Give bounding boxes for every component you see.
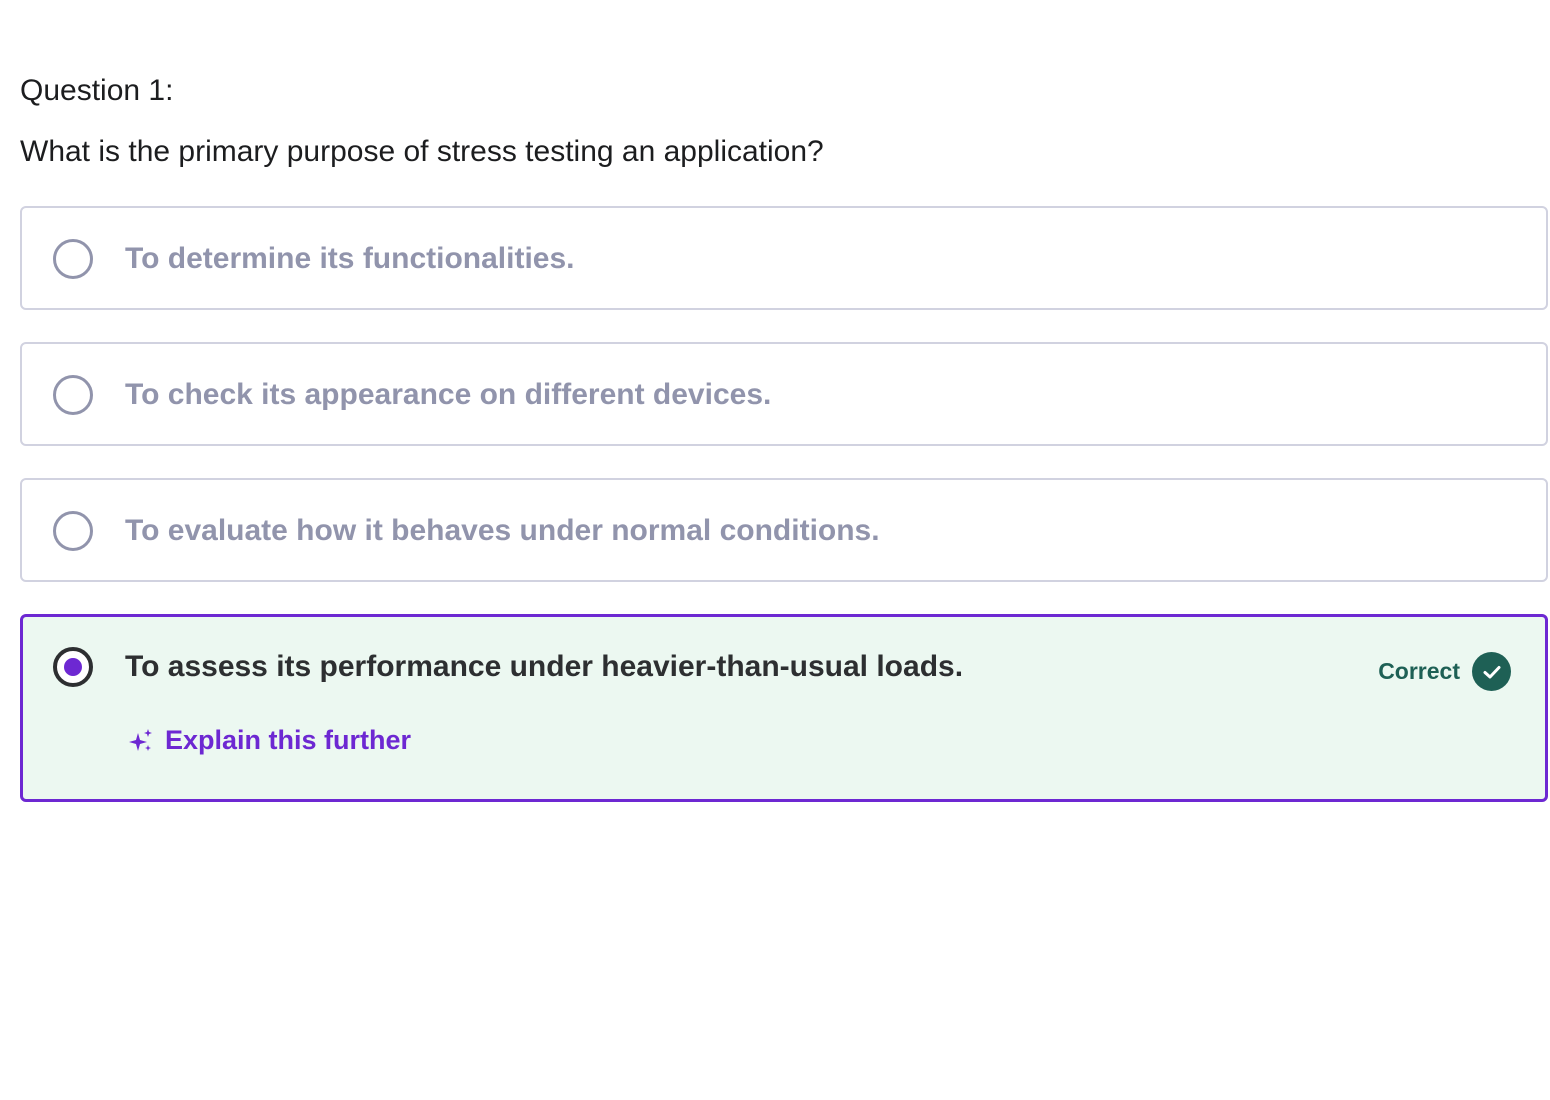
sparkle-icon (129, 728, 153, 753)
answer-option-text: To check its appearance on different dev… (125, 378, 772, 411)
answer-option-3[interactable]: To evaluate how it behaves under normal … (20, 478, 1548, 582)
question-prompt: What is the primary purpose of stress te… (20, 135, 824, 168)
answer-option-text: To evaluate how it behaves under normal … (125, 514, 880, 547)
radio-selected-icon[interactable] (53, 647, 93, 687)
correct-label: Correct (1378, 658, 1460, 684)
answer-option-text: To determine its functionalities. (125, 242, 575, 275)
radio-unselected-icon[interactable] (53, 239, 93, 279)
answer-option-text: To assess its performance under heavier-… (125, 650, 964, 683)
correct-badge: Correct (1378, 652, 1511, 691)
radio-unselected-icon[interactable] (53, 375, 93, 415)
explain-further-button[interactable]: Explain this further (129, 725, 411, 756)
check-circle-icon (1472, 652, 1511, 691)
answer-option-1[interactable]: To determine its functionalities. (20, 206, 1548, 310)
question-number: Question 1: (20, 74, 174, 107)
explain-further-label[interactable]: Explain this further (165, 725, 411, 756)
answer-option-4-selected[interactable]: To assess its performance under heavier-… (20, 614, 1548, 802)
radio-unselected-icon[interactable] (53, 511, 93, 551)
answer-option-2[interactable]: To check its appearance on different dev… (20, 342, 1548, 446)
radio-dot (64, 658, 82, 676)
